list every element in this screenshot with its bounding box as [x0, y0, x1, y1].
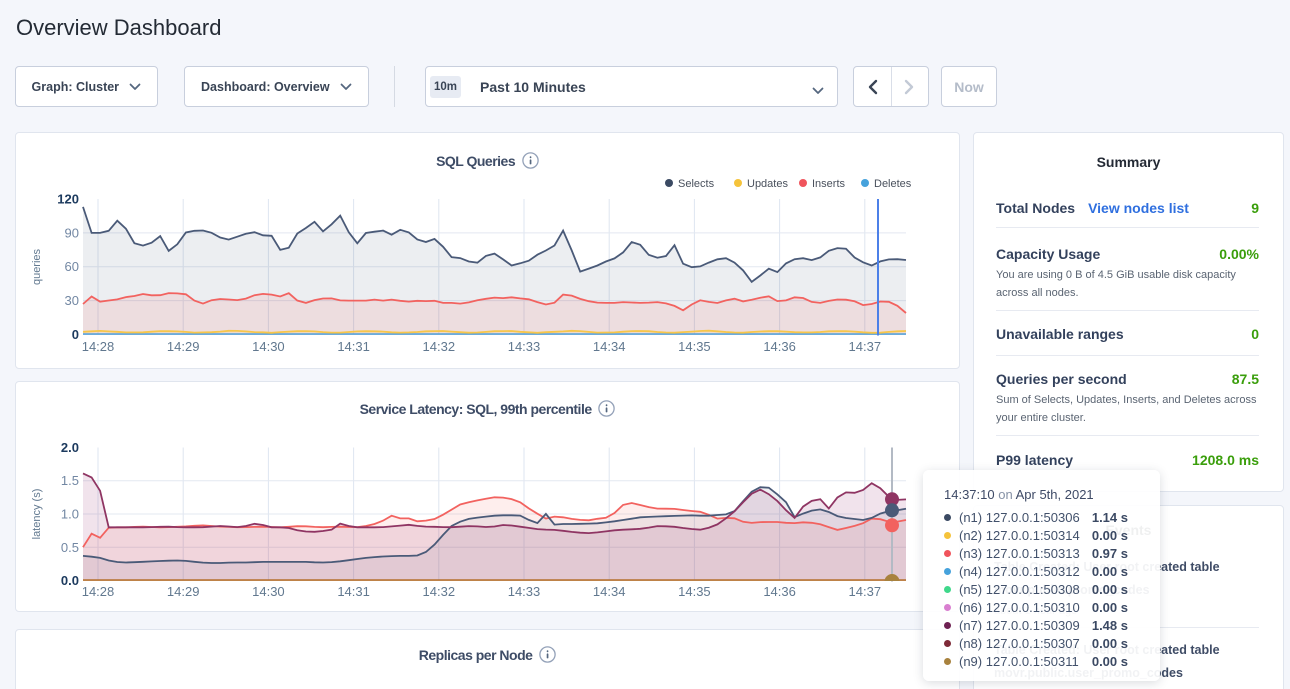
svg-text:14:36: 14:36	[763, 339, 796, 354]
svg-text:1.5: 1.5	[61, 473, 79, 488]
svg-text:30: 30	[65, 293, 79, 308]
svg-text:90: 90	[65, 225, 79, 240]
svg-text:2.0: 2.0	[61, 440, 79, 455]
svg-text:0.0: 0.0	[61, 573, 79, 588]
svg-text:14:34: 14:34	[593, 339, 626, 354]
svg-text:14:32: 14:32	[423, 339, 456, 354]
svg-text:latency (s): latency (s)	[31, 489, 43, 540]
svg-text:120: 120	[57, 192, 79, 207]
svg-text:14:30: 14:30	[252, 339, 285, 354]
svg-text:14:31: 14:31	[337, 584, 370, 599]
svg-text:14:36: 14:36	[763, 584, 796, 599]
svg-text:14:29: 14:29	[167, 339, 200, 354]
svg-text:14:37: 14:37	[849, 584, 882, 599]
svg-text:14:30: 14:30	[252, 584, 285, 599]
svg-text:14:35: 14:35	[678, 339, 711, 354]
svg-text:14:28: 14:28	[82, 584, 115, 599]
svg-text:1.0: 1.0	[61, 507, 79, 522]
svg-text:14:37: 14:37	[849, 339, 882, 354]
svg-text:14:33: 14:33	[508, 584, 541, 599]
svg-text:0: 0	[72, 327, 79, 342]
svg-text:14:28: 14:28	[82, 339, 115, 354]
svg-text:14:29: 14:29	[167, 584, 200, 599]
svg-text:0.5: 0.5	[61, 540, 79, 555]
svg-text:14:31: 14:31	[337, 339, 370, 354]
svg-text:14:32: 14:32	[423, 584, 456, 599]
svg-text:14:34: 14:34	[593, 584, 626, 599]
svg-text:14:33: 14:33	[508, 339, 541, 354]
svg-text:60: 60	[65, 259, 79, 274]
svg-text:queries: queries	[31, 248, 43, 285]
svg-text:14:35: 14:35	[678, 584, 711, 599]
